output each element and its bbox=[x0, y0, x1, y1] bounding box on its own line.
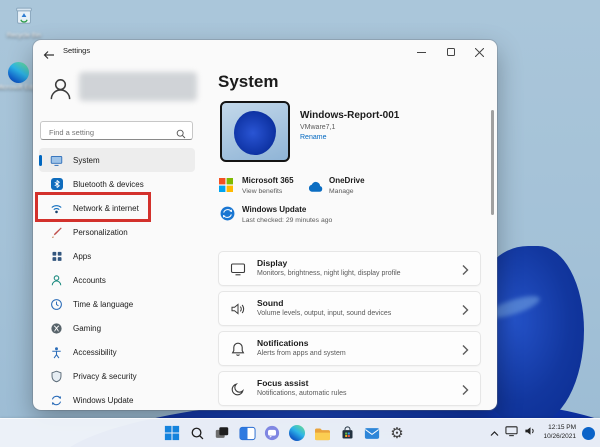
chat-icon[interactable] bbox=[263, 424, 281, 442]
windows-update-title: Windows Update bbox=[242, 205, 306, 214]
taskbar-clock[interactable]: 12:15 PM 10/26/2021 bbox=[543, 424, 576, 442]
privacy-security-icon bbox=[50, 370, 63, 383]
scrollbar[interactable] bbox=[491, 110, 494, 215]
windows-update-icon bbox=[50, 394, 63, 407]
recycle-bin-icon bbox=[13, 4, 35, 31]
desktop: Recycle Bin Microsoft Edge Settings bbox=[0, 0, 600, 447]
accounts-icon bbox=[50, 274, 63, 287]
card-display[interactable]: Display Monitors, brightness, night ligh… bbox=[218, 251, 481, 286]
sidebar-item-windows-update[interactable]: Windows Update bbox=[39, 388, 195, 410]
onedrive-icon bbox=[307, 180, 324, 198]
taskbar-tray: 12:15 PM 10/26/2021 bbox=[490, 419, 595, 447]
settings-gear-icon[interactable]: ⚙ bbox=[388, 424, 406, 442]
file-explorer-icon[interactable] bbox=[313, 424, 331, 442]
clock-date: 10/26/2021 bbox=[543, 433, 576, 442]
maximize-button[interactable] bbox=[436, 42, 465, 62]
desktop-icon-recycle-bin[interactable]: Recycle Bin bbox=[0, 4, 48, 39]
edge-icon bbox=[8, 62, 29, 83]
sidebar-item-personalization[interactable]: Personalization bbox=[39, 220, 195, 244]
taskbar-center-icons: ⚙ bbox=[163, 419, 406, 447]
display-icon bbox=[230, 261, 246, 282]
widgets-icon[interactable] bbox=[238, 424, 256, 442]
windows-update-status: Last checked: 29 minutes ago bbox=[242, 217, 332, 224]
card-sound[interactable]: Sound Volume levels, output, input, soun… bbox=[218, 291, 481, 326]
notification-badge[interactable] bbox=[582, 427, 595, 440]
search-input[interactable] bbox=[41, 124, 192, 141]
focus-assist-icon bbox=[230, 381, 246, 402]
minimize-button[interactable] bbox=[407, 42, 436, 62]
device-name: Windows-Report-001 bbox=[300, 110, 399, 121]
microsoft-365-title: Microsoft 365 bbox=[242, 176, 294, 185]
user-name-redacted bbox=[79, 72, 197, 101]
device-model: VMware7,1 bbox=[300, 124, 335, 131]
sidebar-item-bluetooth-devices[interactable]: Bluetooth & devices bbox=[39, 172, 195, 196]
close-button[interactable] bbox=[465, 42, 494, 62]
view-benefits-link[interactable]: View benefits bbox=[242, 188, 282, 195]
search-icon bbox=[176, 126, 186, 144]
chevron-right-icon bbox=[461, 303, 469, 321]
settings-window: Settings bbox=[33, 40, 497, 410]
apps-icon bbox=[50, 250, 63, 263]
onedrive-title: OneDrive bbox=[329, 176, 365, 185]
back-button[interactable] bbox=[43, 47, 59, 59]
gaming-icon bbox=[50, 322, 63, 335]
sidebar-item-accounts[interactable]: Accounts bbox=[39, 268, 195, 292]
onedrive-manage-link[interactable]: Manage bbox=[329, 188, 354, 195]
chevron-right-icon bbox=[461, 263, 469, 281]
notifications-icon bbox=[230, 341, 246, 362]
clock-time: 12:15 PM bbox=[543, 424, 576, 433]
taskbar: ⚙ 12:15 PM 10/26/2021 bbox=[0, 418, 600, 447]
sidebar-nav: System Bluetooth & devices Network & int… bbox=[39, 148, 195, 410]
settings-search bbox=[40, 121, 193, 140]
mail-icon[interactable] bbox=[363, 424, 381, 442]
task-view-icon[interactable] bbox=[213, 424, 231, 442]
sound-icon bbox=[230, 301, 246, 322]
sidebar-item-time-language[interactable]: Time & language bbox=[39, 292, 195, 316]
window-controls bbox=[407, 42, 494, 62]
bluetooth-icon bbox=[50, 178, 63, 191]
accessibility-icon bbox=[50, 346, 63, 359]
personalization-icon bbox=[50, 226, 63, 239]
system-icon bbox=[50, 154, 63, 167]
microsoft-365-icon bbox=[219, 178, 233, 197]
sidebar-item-network-internet[interactable]: Network & internet bbox=[39, 196, 195, 220]
volume-icon[interactable] bbox=[524, 424, 537, 442]
card-focus-assist[interactable]: Focus assist Notifications, automatic ru… bbox=[218, 371, 481, 406]
start-button[interactable] bbox=[163, 424, 181, 442]
windows-update-status-icon bbox=[220, 206, 235, 226]
device-thumbnail bbox=[220, 101, 290, 162]
rename-link[interactable]: Rename bbox=[300, 134, 326, 141]
sidebar-item-system[interactable]: System bbox=[39, 148, 195, 172]
network-icon-tray[interactable] bbox=[505, 424, 518, 442]
sidebar-item-gaming[interactable]: Gaming bbox=[39, 316, 195, 340]
microsoft-store-icon[interactable] bbox=[338, 424, 356, 442]
chevron-right-icon bbox=[461, 383, 469, 401]
sidebar-item-privacy-security[interactable]: Privacy & security bbox=[39, 364, 195, 388]
time-language-icon bbox=[50, 298, 63, 311]
chevron-right-icon bbox=[461, 343, 469, 361]
tray-chevron-up-icon[interactable] bbox=[490, 424, 499, 442]
edge-browser-icon[interactable] bbox=[288, 424, 306, 442]
taskbar-search-icon[interactable] bbox=[188, 424, 206, 442]
device-thumbnail-bloom bbox=[234, 111, 276, 155]
card-notifications[interactable]: Notifications Alerts from apps and syste… bbox=[218, 331, 481, 366]
page-title: System bbox=[218, 72, 278, 92]
network-icon bbox=[50, 202, 63, 215]
window-title: Settings bbox=[63, 46, 90, 55]
sidebar-item-accessibility[interactable]: Accessibility bbox=[39, 340, 195, 364]
user-avatar-icon[interactable] bbox=[47, 75, 74, 107]
desktop-icon-label: Recycle Bin bbox=[7, 32, 41, 39]
sidebar-item-apps[interactable]: Apps bbox=[39, 244, 195, 268]
